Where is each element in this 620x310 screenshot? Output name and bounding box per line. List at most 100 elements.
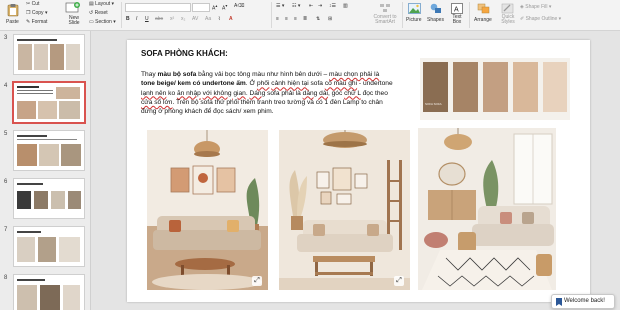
bullets-button[interactable]: ☰ ▾ [276,3,284,9]
welcome-back-label: Welcome back! [564,298,605,304]
slide-body-text[interactable]: Thay màu bộ sofa bằng vải bọc tông màu n… [141,70,393,116]
slide-thumbnail[interactable]: 5 [0,129,90,171]
bold-button[interactable]: B [126,16,130,22]
change-case-button[interactable]: Aa [205,16,211,22]
slide-preview[interactable] [13,178,85,219]
paint-bucket-icon: ◈ [520,4,524,10]
section-button[interactable]: ▭ Section ▾ [89,19,116,25]
numbering-button[interactable]: ☷ ▾ [292,3,300,9]
scissors-icon: ✂ [26,1,31,7]
align-center-button[interactable]: ≡ [285,16,288,22]
font-size-field[interactable] [192,3,210,12]
shapes-button[interactable]: Shapes [427,1,445,29]
quick-styles-label: Quick Styles [501,14,515,25]
slide-preview[interactable] [13,34,85,75]
shapes-icon [430,3,441,13]
align-left-button[interactable]: ≡ [276,16,279,22]
slide-thumbnail-selected[interactable]: 4 [0,81,90,125]
subscript-button[interactable]: x₂ [181,16,185,22]
align-text-button[interactable]: ⊞ [328,16,332,22]
svg-text:A: A [454,6,459,13]
cut-button[interactable]: ✂ Cut [26,1,39,7]
paste-label: Paste [6,19,19,25]
highlight-button[interactable]: ⌇ [218,16,220,22]
line-spacing-button[interactable]: ↕☰ [329,3,336,9]
underline-button[interactable]: U [145,16,149,22]
increase-font-button[interactable]: A▴ [212,3,217,12]
slide-thumbnail[interactable]: 7 [0,225,90,267]
increase-indent-button[interactable]: ⇥ [318,3,322,9]
slide-preview[interactable] [12,81,86,124]
slide-number: 7 [4,227,8,233]
format-painter-button[interactable]: ✎ Format [26,19,47,25]
slide-number: 8 [4,275,8,281]
columns-button[interactable]: ▥ [343,3,348,9]
shape-outline-button[interactable]: ✐ Shape Outline ▾ [520,16,561,22]
expand-icon[interactable]: ⤢ [252,276,262,286]
arrange-icon [477,3,490,14]
ribbon-toolbar: Paste ✂ Cut ❐ Copy ▾ ✎ Format New Slide … [0,0,620,31]
welcome-back-notification[interactable]: Welcome back! [551,294,615,309]
divider [121,2,122,28]
living-room-illustration [279,130,410,290]
superscript-button[interactable]: x² [170,16,174,22]
slide-number: 5 [4,131,8,137]
slide-canvas[interactable]: SOFA PHÒNG KHÁCH: Thay màu bộ sofa bằng … [127,40,590,302]
text-box-label: Text Box [452,14,462,25]
living-room-photo-2[interactable]: ⤢ [279,130,410,290]
copy-button[interactable]: ❐ Copy ▾ [26,10,47,16]
slide-title[interactable]: SOFA PHÒNG KHÁCH: [141,49,228,58]
strikethrough-button[interactable]: abc [155,16,163,22]
slide-number: 6 [4,179,8,185]
new-slide-label: New Slide [68,15,80,26]
slide-preview[interactable] [13,130,85,171]
picture-icon [408,3,421,14]
living-room-photo-3[interactable] [418,128,556,290]
picture-label: Picture [406,17,422,23]
quick-styles-icon [501,3,514,14]
reset-button[interactable]: ↺ Reset [89,10,108,16]
palette-caption: SOFA SOFA [425,102,442,106]
text-direction-button[interactable]: ⇅ [316,16,320,22]
text-box-icon: A [451,3,463,14]
convert-smartart-label: Convert to SmartArt [373,14,397,25]
font-color-button[interactable]: A [229,16,233,22]
new-slide-button[interactable]: New Slide [63,1,83,29]
shape-fill-button[interactable]: ◈ Shape Fill ▾ [520,4,551,10]
slide-thumbnail[interactable]: 8 [0,273,90,310]
picture-button[interactable]: Picture [406,1,424,29]
char-spacing-button[interactable]: AV [192,16,198,22]
palette-swatch [453,62,478,112]
align-right-button[interactable]: ≡ [294,16,297,22]
slide-preview[interactable] [13,274,85,310]
italic-button[interactable]: I [136,16,137,22]
divider [271,2,272,28]
paste-button[interactable]: Paste [5,2,21,28]
living-room-illustration [147,130,268,290]
living-room-illustration [418,128,556,290]
brush-icon: ✎ [26,19,31,25]
layout-button[interactable]: ▤ Layout ▾ [89,1,114,7]
justify-button[interactable]: ≣ [303,16,307,22]
palette-swatch [483,62,508,112]
decrease-indent-button[interactable]: ⇤ [309,3,313,9]
new-slide-icon [65,2,80,13]
slide-preview[interactable] [13,226,85,267]
color-palette-image[interactable]: SOFA SOFA [420,58,570,120]
slide-thumbnail[interactable]: 3 [0,33,90,75]
quick-styles-button[interactable]: Quick Styles [497,1,519,29]
font-name-field[interactable] [125,3,191,12]
divider [469,2,470,28]
copy-icon: ❐ [26,10,31,16]
decrease-font-button[interactable]: A▾ [222,3,227,12]
arrange-label: Arrange [474,17,492,23]
arrange-button[interactable]: Arrange [473,1,495,29]
expand-icon[interactable]: ⤢ [394,276,404,286]
slide-thumbnail-panel: 3 4 5 6 7 8 [0,31,91,310]
text-box-button[interactable]: A Text Box [449,1,465,29]
clear-format-button[interactable]: A⌫ [234,3,244,9]
slide-thumbnail[interactable]: 6 [0,177,90,219]
living-room-photo-1[interactable]: ⤢ [147,130,268,290]
bookmark-icon [556,297,562,306]
convert-smartart-button[interactable]: Convert to SmartArt [370,1,400,29]
